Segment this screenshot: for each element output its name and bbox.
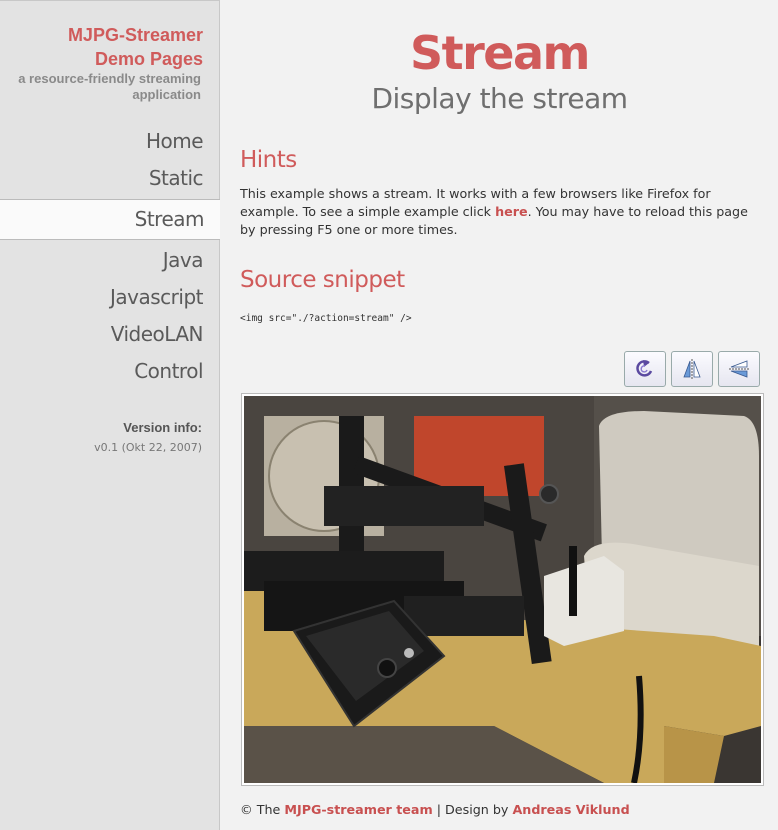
flip-vertical-icon	[683, 359, 701, 379]
stream-toolbar	[624, 351, 760, 387]
site-tagline: a resource-friendly streaming applicatio…	[0, 71, 219, 103]
hints-text: This example shows a stream. It works wi…	[240, 185, 766, 239]
sidebar-nav: Home Static Stream Java Javascript Video…	[0, 123, 220, 390]
sidebar-item-static[interactable]: Static	[0, 160, 219, 197]
stream-image-frame	[241, 393, 764, 786]
version-value: v0.1 (Okt 22, 2007)	[94, 441, 202, 454]
footer-team-link[interactable]: MJPG-streamer team	[284, 802, 432, 817]
version-info: Version info: v0.1 (Okt 22, 2007)	[0, 420, 219, 454]
footer-separator: | Design by	[432, 802, 513, 817]
footer-prefix: © The	[240, 802, 285, 817]
page-subtitle: Display the stream	[371, 82, 628, 115]
source-snippet-heading: Source snippet	[240, 267, 405, 293]
site-title: MJPG-Streamer Demo Pages	[0, 1, 219, 71]
sidebar-item-control[interactable]: Control	[0, 353, 219, 390]
sidebar-item-stream[interactable]: Stream	[0, 199, 220, 240]
footer-designer-link[interactable]: Andreas Viklund	[512, 802, 629, 817]
stream-image	[244, 396, 761, 783]
site-title-line1: MJPG-Streamer	[67, 25, 203, 45]
tagline-line2: application	[132, 87, 201, 102]
footer: © The MJPG-streamer team | Design by And…	[240, 802, 630, 817]
sidebar-item-home[interactable]: Home	[0, 123, 219, 160]
tagline-line1: a resource-friendly streaming	[18, 71, 201, 86]
sidebar-item-java[interactable]: Java	[0, 242, 219, 279]
sidebar-item-javascript[interactable]: Javascript	[0, 279, 219, 316]
rotate-button[interactable]	[624, 351, 666, 387]
flip-horizontal-icon	[729, 360, 749, 378]
hints-heading: Hints	[240, 147, 297, 173]
sidebar: MJPG-Streamer Demo Pages a resource-frie…	[0, 0, 220, 830]
source-snippet-code: <img src="./?action=stream" />	[240, 313, 412, 324]
here-link[interactable]: here	[495, 204, 528, 219]
rotate-icon	[636, 360, 653, 377]
page-title: Stream	[410, 26, 590, 80]
flip-horizontal-button[interactable]	[718, 351, 760, 387]
flip-vertical-button[interactable]	[671, 351, 713, 387]
sidebar-item-videolan[interactable]: VideoLAN	[0, 316, 219, 353]
site-title-line2: Demo Pages	[94, 49, 203, 69]
version-label: Version info:	[123, 420, 202, 435]
main-content: Stream Display the stream Hints This exa…	[221, 0, 778, 830]
